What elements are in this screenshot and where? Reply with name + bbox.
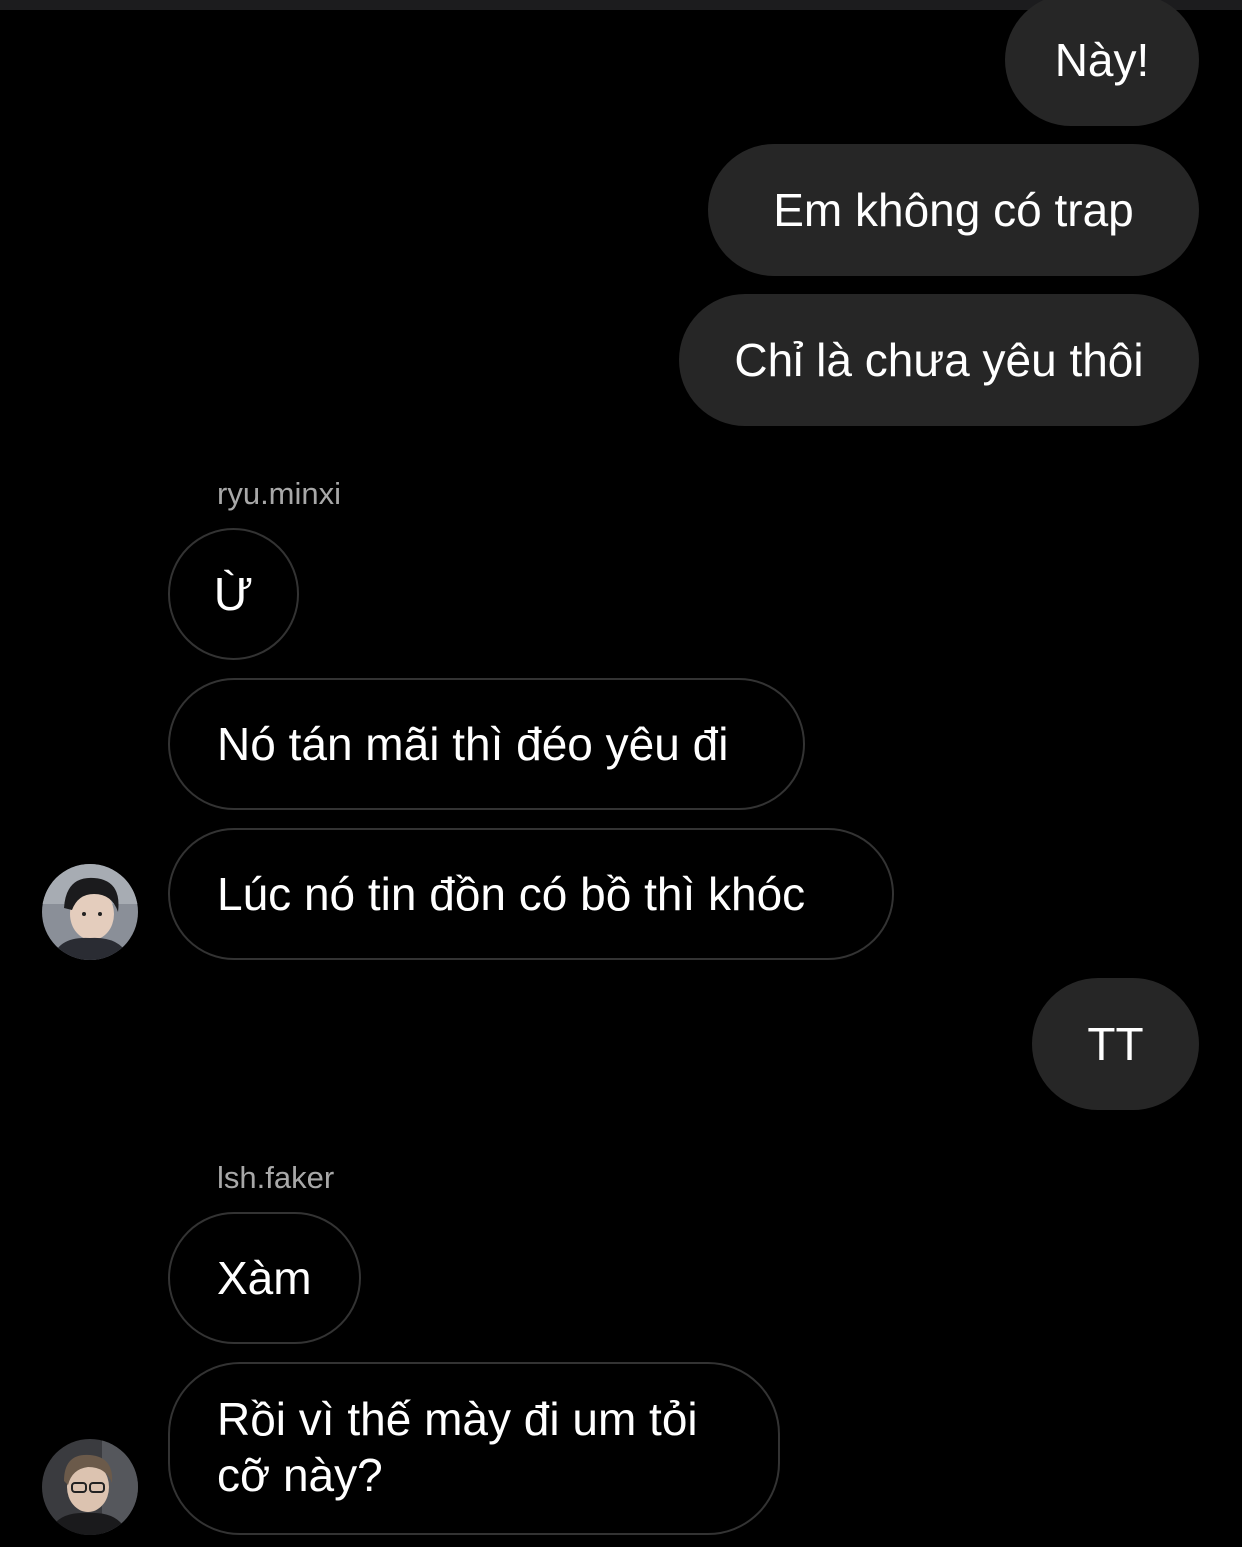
message-bubble-incoming[interactable]: Ừ xyxy=(168,528,299,660)
profile-photo-icon xyxy=(42,864,138,960)
message-text: Lúc nó tin đồn có bồ thì khóc xyxy=(217,868,806,920)
message-bubble-outgoing[interactable]: Em không có trap xyxy=(708,144,1199,276)
message-bubble-outgoing[interactable]: Này! xyxy=(1005,0,1199,126)
sender-name: lsh.faker xyxy=(217,1160,335,1195)
message-text: Rồi vì thế mày đi um tỏi cỡ này? xyxy=(217,1393,698,1501)
message-bubble-outgoing[interactable]: Chỉ là chưa yêu thôi xyxy=(679,294,1199,426)
message-text: Xàm xyxy=(217,1252,312,1304)
message-bubble-incoming[interactable]: Rồi vì thế mày đi um tỏi cỡ này? xyxy=(168,1362,780,1535)
sender-name: ryu.minxi xyxy=(217,476,342,511)
message-text: Này! xyxy=(1054,34,1150,86)
message-text: Chỉ là chưa yêu thôi xyxy=(734,334,1144,386)
message-bubble-incoming[interactable]: Xàm xyxy=(168,1212,361,1344)
message-bubble-incoming[interactable]: Lúc nó tin đồn có bồ thì khóc xyxy=(168,828,894,960)
avatar[interactable] xyxy=(42,864,138,960)
message-bubble-outgoing[interactable]: TT xyxy=(1032,978,1199,1110)
message-text: TT xyxy=(1087,1018,1144,1070)
profile-photo-icon xyxy=(42,1439,138,1535)
message-text: Nó tán mãi thì đéo yêu đi xyxy=(217,718,729,770)
message-bubble-incoming[interactable]: Nó tán mãi thì đéo yêu đi xyxy=(168,678,805,810)
message-text: Ừ xyxy=(213,568,254,620)
avatar[interactable] xyxy=(42,1439,138,1535)
message-text: Em không có trap xyxy=(773,184,1134,236)
